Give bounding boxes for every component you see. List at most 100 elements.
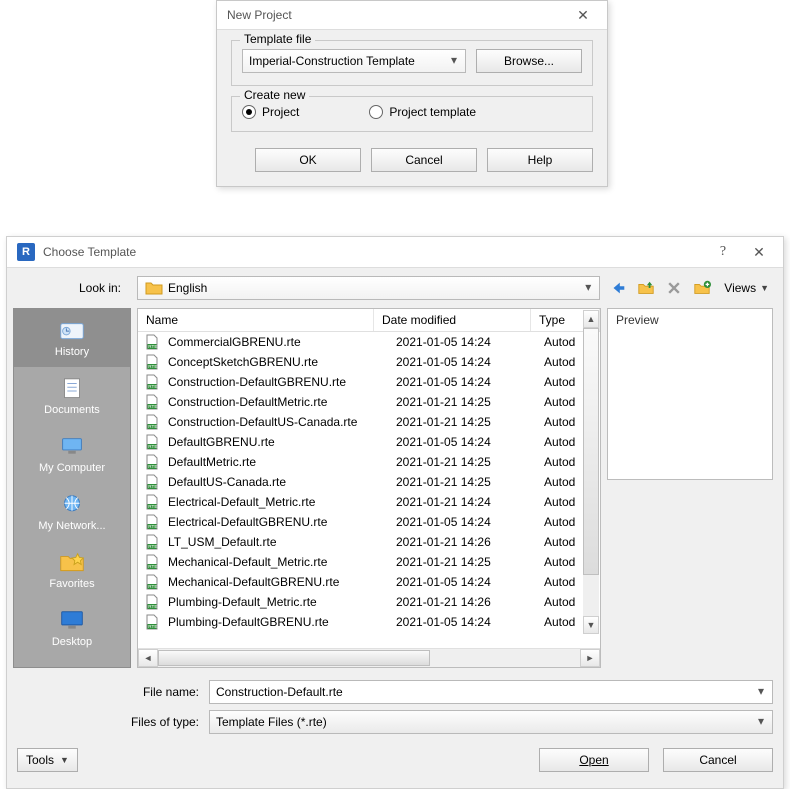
file-row[interactable]: RTECommercialGBRENU.rte2021-01-05 14:24A… [138,332,600,352]
file-row[interactable]: RTEElectrical-Default_Metric.rte2021-01-… [138,492,600,512]
column-headers[interactable]: Name Date modified Type [138,309,600,332]
col-date[interactable]: Date modified [374,309,531,331]
sidebar-item-label: Favorites [49,578,94,590]
folder-up-icon [637,279,655,297]
create-new-group: Create new Project Project template [231,96,593,132]
radio-dot-icon [369,105,383,119]
svg-text:RTE: RTE [148,464,157,469]
file-row[interactable]: RTEDefaultMetric.rte2021-01-21 14:25Auto… [138,452,600,472]
file-date: 2021-01-21 14:25 [392,395,540,409]
close-button[interactable]: ✕ [565,3,601,27]
template-combo-value: Imperial-Construction Template [249,54,415,68]
scroll-thumb[interactable] [583,328,599,575]
rte-file-icon: RTE [144,494,160,510]
file-row[interactable]: RTEDefaultUS-Canada.rte2021-01-21 14:25A… [138,472,600,492]
file-row[interactable]: RTEMechanical-Default_Metric.rte2021-01-… [138,552,600,572]
back-button[interactable] [608,278,628,298]
file-row[interactable]: RTEPlumbing-DefaultGBRENU.rte2021-01-05 … [138,612,600,632]
file-name: CommercialGBRENU.rte [164,335,392,349]
file-date: 2021-01-21 14:25 [392,475,540,489]
sidebar-item-documents[interactable]: Documents [14,367,130,425]
file-date: 2021-01-05 14:24 [392,515,540,529]
ok-button[interactable]: OK [255,148,361,172]
svg-text:RTE: RTE [148,544,157,549]
file-name: LT_USM_Default.rte [164,535,392,549]
file-date: 2021-01-21 14:26 [392,535,540,549]
close-button[interactable]: ✕ [741,240,777,264]
titlebar[interactable]: R Choose Template ? ✕ [7,237,783,268]
filename-input[interactable]: Construction-Default.rte ▾ [209,680,773,704]
documents-icon [57,376,87,402]
places-sidebar[interactable]: HistoryDocumentsMy ComputerMy Network...… [13,308,131,668]
sidebar-item-desktop[interactable]: Desktop [14,599,130,657]
scroll-thumb[interactable] [158,650,430,666]
titlebar[interactable]: New Project ✕ [217,1,607,30]
cancel-button[interactable]: Cancel [371,148,477,172]
file-date: 2021-01-05 14:24 [392,375,540,389]
svg-text:RTE: RTE [148,444,157,449]
help-button[interactable]: Help [487,148,593,172]
file-date: 2021-01-21 14:26 [392,595,540,609]
rte-file-icon: RTE [144,534,160,550]
filetype-label: Files of type: [13,715,209,729]
new-folder-button[interactable] [692,278,712,298]
close-icon: ✕ [753,245,765,259]
template-combo[interactable]: Imperial-Construction Template ▾ [242,49,466,73]
window-title: Choose Template [43,245,705,259]
folder-new-icon [693,279,711,297]
views-dropdown[interactable]: Views ▼ [720,278,773,298]
file-row[interactable]: RTEMechanical-DefaultGBRENU.rte2021-01-0… [138,572,600,592]
delete-button[interactable] [664,278,684,298]
scroll-right-icon[interactable]: ► [580,649,600,667]
horizontal-scrollbar[interactable]: ◄ ► [138,648,600,667]
sidebar-item-history[interactable]: History [14,309,130,367]
scroll-left-icon[interactable]: ◄ [138,649,158,667]
mynetwork-icon [57,492,87,518]
cancel-button[interactable]: Cancel [663,748,773,772]
tools-dropdown[interactable]: Tools ▼ [17,748,78,772]
up-folder-button[interactable] [636,278,656,298]
file-list: Name Date modified Type RTECommercialGBR… [137,308,601,668]
radio-dot-icon [242,105,256,119]
template-file-group: Template file Imperial-Construction Temp… [231,40,593,86]
filetype-value: Template Files (*.rte) [216,715,327,729]
rte-file-icon: RTE [144,514,160,530]
file-date: 2021-01-05 14:24 [392,355,540,369]
browse-button[interactable]: Browse... [476,49,582,73]
views-label: Views [724,281,756,295]
file-date: 2021-01-21 14:25 [392,555,540,569]
svg-text:RTE: RTE [148,524,157,529]
sidebar-item-favorites[interactable]: Favorites [14,541,130,599]
desktop-icon [57,608,87,634]
vertical-scrollbar[interactable]: ▲ ▼ [583,310,599,634]
file-row[interactable]: RTELT_USM_Default.rte2021-01-21 14:26Aut… [138,532,600,552]
file-row[interactable]: RTEConceptSketchGBRENU.rte2021-01-05 14:… [138,352,600,372]
file-row[interactable]: RTEConstruction-DefaultUS-Canada.rte2021… [138,412,600,432]
svg-text:RTE: RTE [148,504,157,509]
lookin-label: Look in: [13,281,129,295]
scroll-up-icon[interactable]: ▲ [583,310,599,328]
file-row[interactable]: RTEPlumbing-Default_Metric.rte2021-01-21… [138,592,600,612]
file-date: 2021-01-05 14:24 [392,435,540,449]
file-row[interactable]: RTEConstruction-DefaultGBRENU.rte2021-01… [138,372,600,392]
help-button[interactable]: ? [705,240,741,264]
file-row[interactable]: RTEConstruction-DefaultMetric.rte2021-01… [138,392,600,412]
sidebar-item-mycomputer[interactable]: My Computer [14,425,130,483]
file-name: Mechanical-Default_Metric.rte [164,555,392,569]
rte-file-icon: RTE [144,374,160,390]
file-row[interactable]: RTEElectrical-DefaultGBRENU.rte2021-01-0… [138,512,600,532]
col-name[interactable]: Name [138,309,374,331]
filetype-combo[interactable]: Template Files (*.rte) ▾ [209,710,773,734]
file-row[interactable]: RTEDefaultGBRENU.rte2021-01-05 14:24Auto… [138,432,600,452]
lookin-combo[interactable]: English ▾ [137,276,600,300]
radio-project[interactable]: Project [242,105,299,119]
file-list-body[interactable]: RTECommercialGBRENU.rte2021-01-05 14:24A… [138,332,600,648]
scroll-down-icon[interactable]: ▼ [583,616,599,634]
new-project-dialog: New Project ✕ Template file Imperial-Con… [216,0,608,187]
open-button[interactable]: Open [539,748,649,772]
radio-project-template[interactable]: Project template [369,105,476,119]
sidebar-item-mynetwork[interactable]: My Network... [14,483,130,541]
svg-text:RTE: RTE [148,604,157,609]
file-name: DefaultMetric.rte [164,455,392,469]
template-file-legend: Template file [240,32,315,46]
